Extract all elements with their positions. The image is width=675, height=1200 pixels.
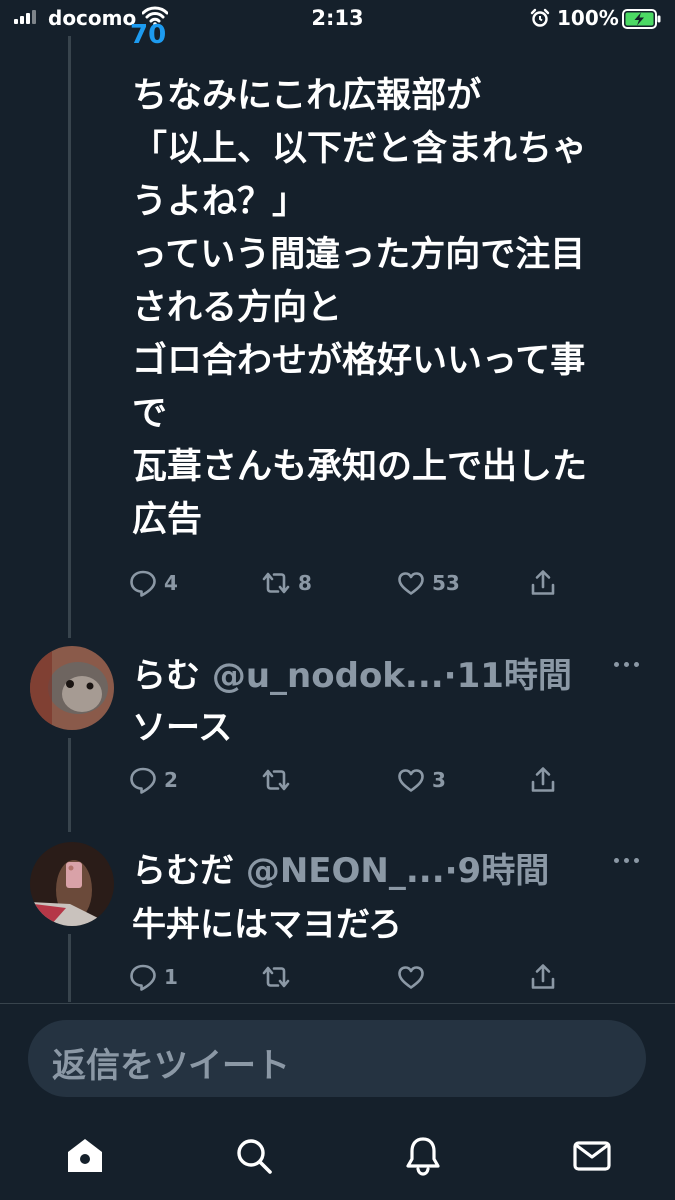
reply-button[interactable]: 1 xyxy=(128,962,178,992)
like-count: 3 xyxy=(432,768,446,792)
divider xyxy=(0,1003,675,1004)
tweet-text-line: で xyxy=(132,394,168,434)
search-icon[interactable] xyxy=(232,1134,276,1178)
tweet-text-line: ゴロ合わせが格好いいって事 xyxy=(132,341,586,381)
reply-button[interactable]: 2 xyxy=(128,765,178,795)
tweet-text-line: 瓦葺さんも承知の上で出した xyxy=(132,447,588,487)
share-button[interactable] xyxy=(528,765,558,795)
reply-icon xyxy=(128,962,158,992)
battery-charging-icon xyxy=(622,9,662,33)
reply-button[interactable]: 4 xyxy=(128,568,178,598)
compose-placeholder: 返信をツイート xyxy=(52,1046,290,1086)
tweet-text-line: 「以上、以下だと含まれちゃ xyxy=(132,129,588,169)
tweet-text-line: っていう間違った方向で注目 xyxy=(132,235,586,275)
timestamp: ·11時間 xyxy=(443,656,572,696)
reply-header: らむ @u_nodok...·11時間 xyxy=(132,648,572,697)
retweet-button[interactable] xyxy=(260,962,298,992)
display-name[interactable]: らむ xyxy=(132,656,200,696)
heart-icon xyxy=(396,568,426,598)
tweet-actions: 2 3 xyxy=(128,765,568,795)
avatar[interactable] xyxy=(30,646,114,730)
retweet-icon xyxy=(260,962,292,992)
tweet-text-line: 広告 xyxy=(132,500,203,540)
reply-text: ソース xyxy=(132,708,233,748)
share-icon xyxy=(528,765,558,795)
share-button[interactable] xyxy=(528,568,558,598)
reply-count: 2 xyxy=(164,768,178,792)
truncated-previous-text: 70 xyxy=(130,20,167,50)
heart-icon xyxy=(396,962,426,992)
battery-percentage: 100% xyxy=(557,6,619,30)
user-handle[interactable]: @u_nodok... xyxy=(212,656,444,696)
reply-count: 4 xyxy=(164,571,178,595)
heart-icon xyxy=(396,765,426,795)
thread-line xyxy=(68,934,71,1002)
tweet-text-line: ちなみにこれ広報部が xyxy=(132,76,482,116)
tweet-text-line: される方向と xyxy=(132,288,343,328)
alarm-icon xyxy=(530,8,550,32)
retweet-button[interactable] xyxy=(260,765,298,795)
messages-icon[interactable] xyxy=(570,1134,614,1178)
reply-icon xyxy=(128,568,158,598)
share-icon xyxy=(528,568,558,598)
like-button[interactable] xyxy=(396,962,432,992)
reply-compose-input[interactable]: 返信をツイート xyxy=(28,1020,646,1097)
more-options-icon[interactable] xyxy=(614,662,639,667)
bottom-tab-bar xyxy=(0,1120,675,1200)
avatar[interactable] xyxy=(30,842,114,926)
display-name[interactable]: らむだ xyxy=(132,851,234,891)
reply-header: らむだ @NEON_...·9時間 xyxy=(132,843,549,892)
retweet-icon xyxy=(260,765,292,795)
like-button[interactable]: 53 xyxy=(396,568,460,598)
tweet-actions: 4 8 53 xyxy=(128,568,568,598)
like-button[interactable]: 3 xyxy=(396,765,446,795)
tweet-actions: 1 xyxy=(128,962,568,992)
reply-text: 牛丼にはマヨだろ xyxy=(132,905,402,945)
tweet-text: ちなみにこれ広報部が 「以上、以下だと含まれちゃ うよね？」 っていう間違った方… xyxy=(132,70,652,547)
share-button[interactable] xyxy=(528,962,558,992)
timestamp: ·9時間 xyxy=(444,851,550,891)
notifications-icon[interactable] xyxy=(401,1134,445,1178)
retweet-icon xyxy=(260,568,292,598)
thread-line xyxy=(68,36,71,638)
user-handle[interactable]: @NEON_... xyxy=(246,851,445,891)
tweet-text-line: うよね？」 xyxy=(132,182,308,222)
more-options-icon[interactable] xyxy=(614,858,639,863)
retweet-count: 8 xyxy=(298,571,312,595)
status-bar: docomo 2:13 100% xyxy=(0,0,675,36)
share-icon xyxy=(528,962,558,992)
home-icon[interactable] xyxy=(63,1134,107,1178)
reply-count: 1 xyxy=(164,965,178,989)
retweet-button[interactable]: 8 xyxy=(260,568,312,598)
thread-line xyxy=(68,738,71,832)
like-count: 53 xyxy=(432,571,460,595)
reply-icon xyxy=(128,765,158,795)
